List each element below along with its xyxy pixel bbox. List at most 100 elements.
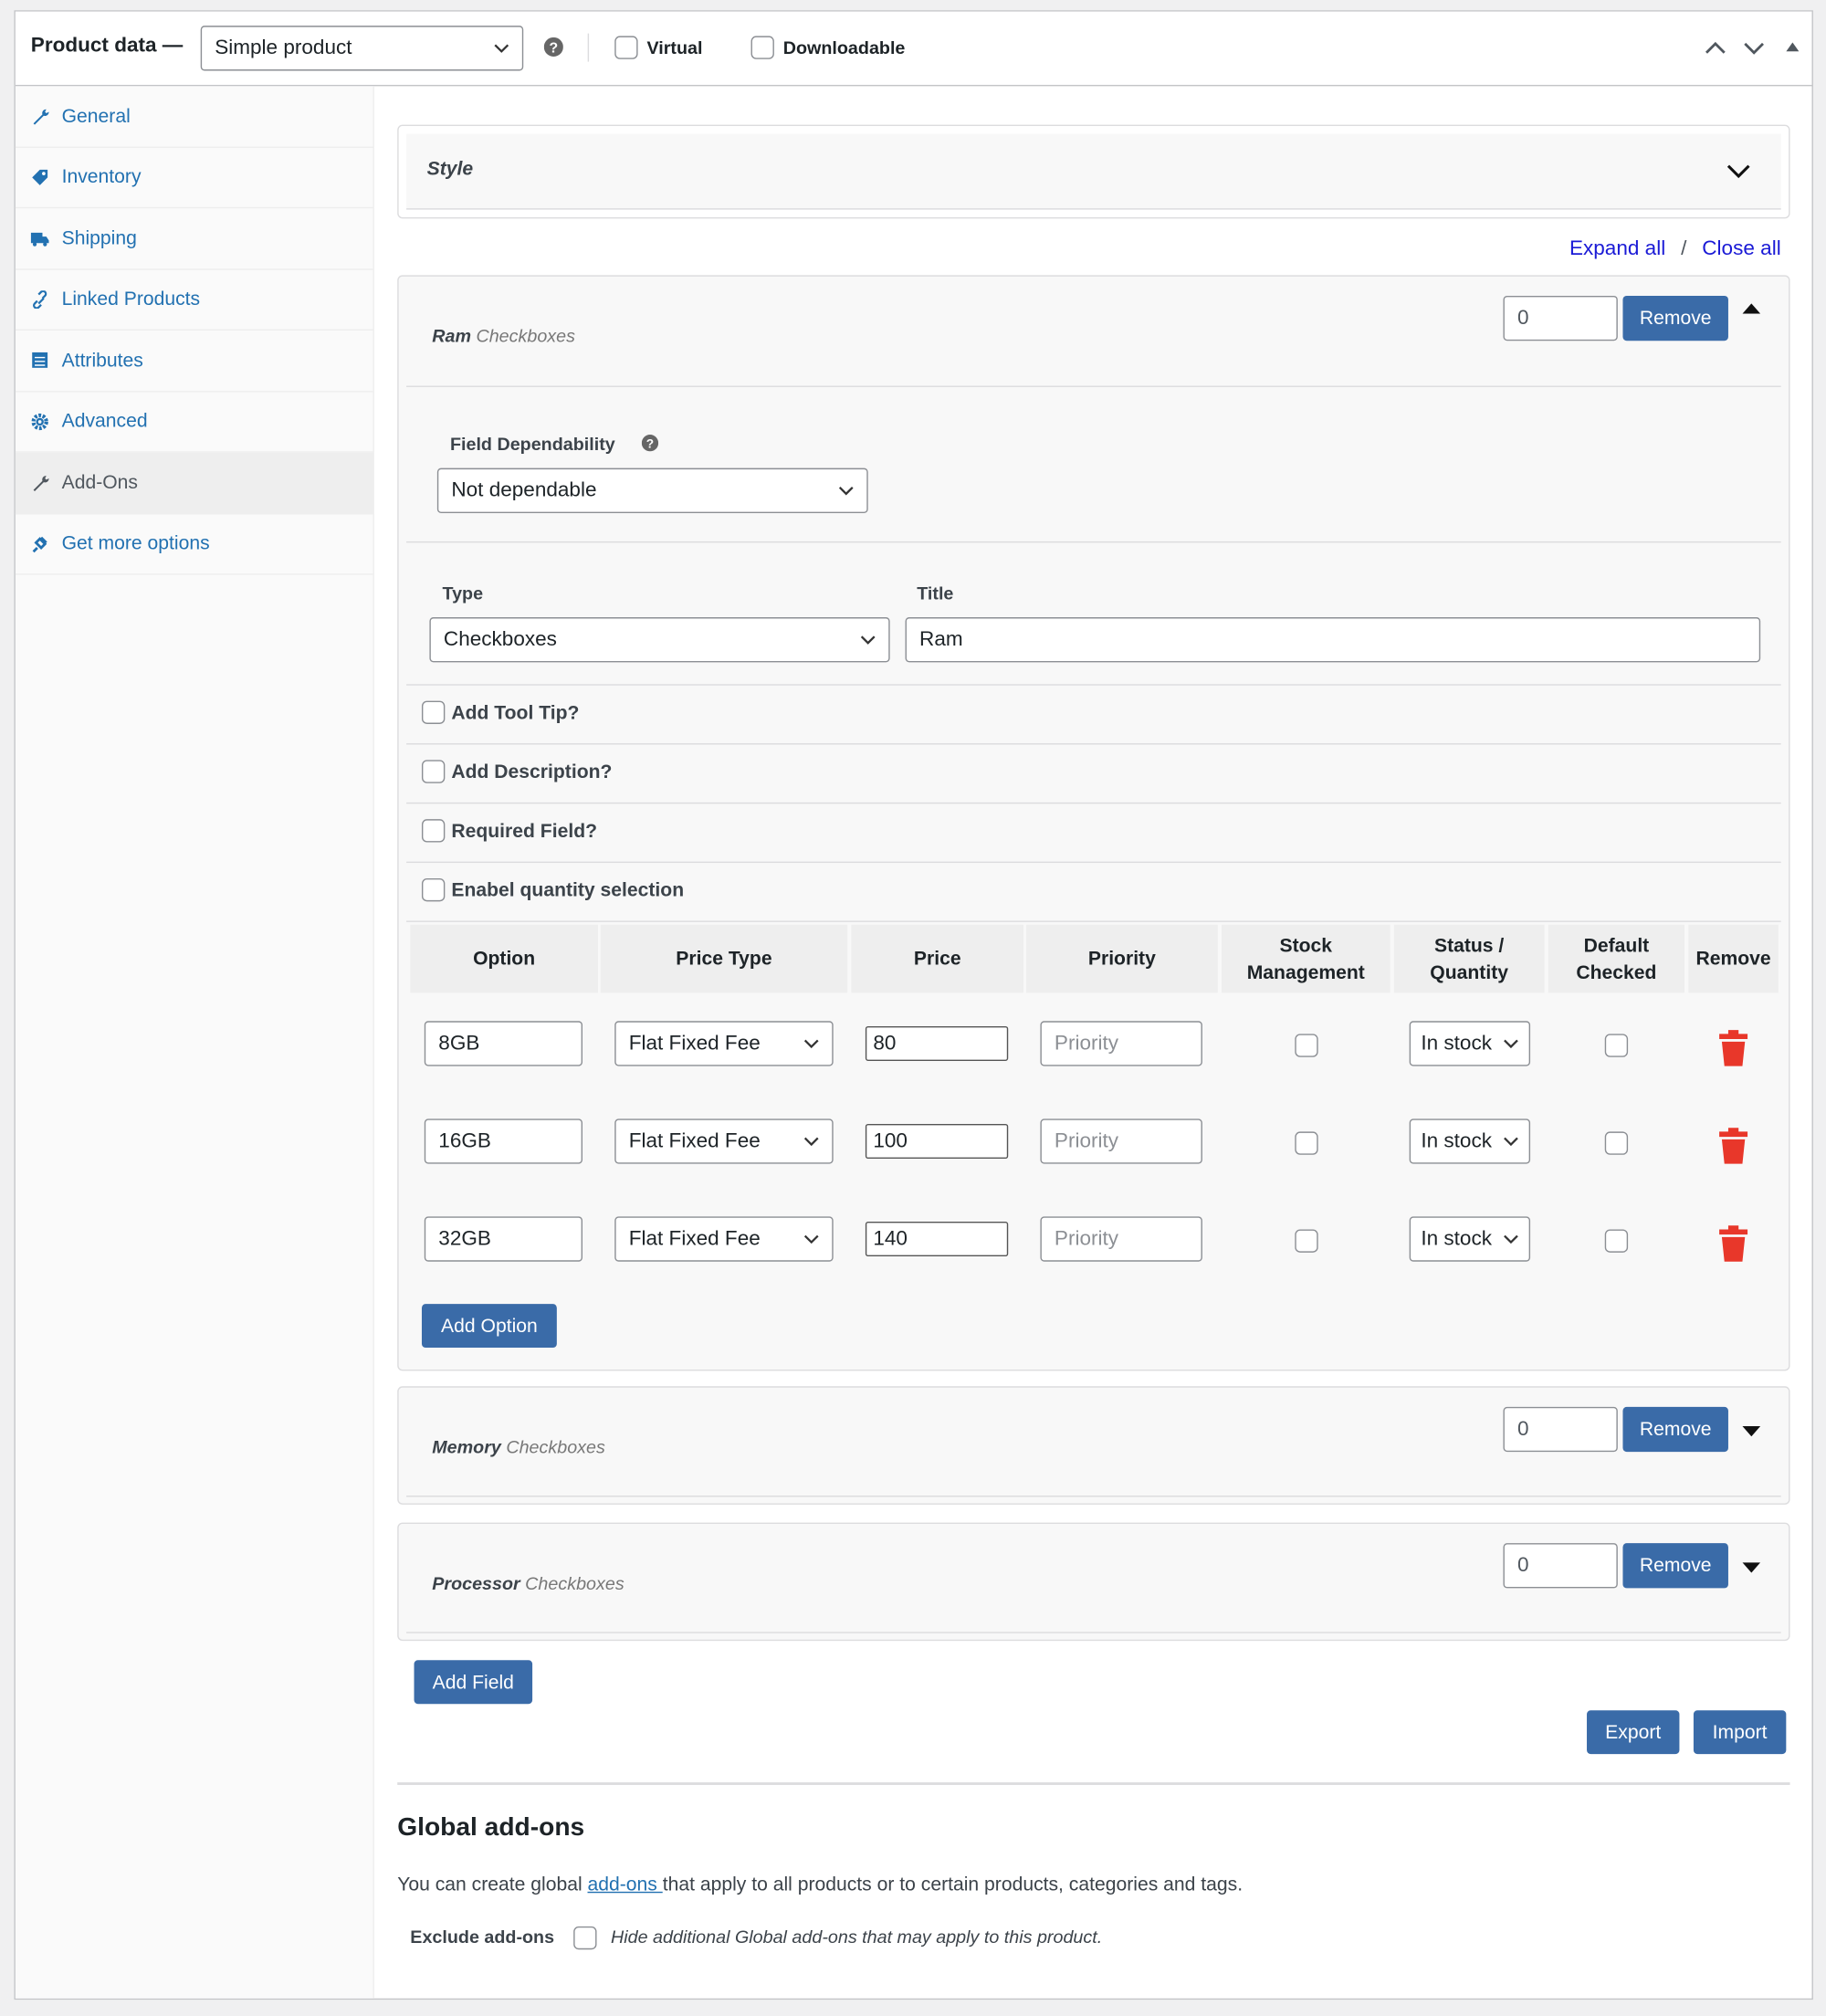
status-select[interactable]: In stock — [1410, 1118, 1530, 1163]
checkbox[interactable] — [422, 878, 445, 901]
truck-icon — [31, 229, 49, 247]
priority-input[interactable]: Priority — [1040, 1118, 1202, 1163]
chevron-down-icon[interactable] — [1727, 164, 1750, 178]
remove-field-button[interactable]: Remove — [1622, 1543, 1727, 1588]
product-type-select[interactable]: Simple product — [201, 26, 524, 70]
checkbox-label: Required Field? — [451, 820, 597, 842]
sidebar-item-general[interactable]: General — [16, 86, 373, 147]
field-heading[interactable]: Memory Checkboxes — [432, 1436, 605, 1457]
expand-arrow-icon[interactable] — [1742, 1426, 1760, 1436]
sidebar-item-label: Inventory — [62, 166, 142, 188]
type-select[interactable]: Checkboxes — [429, 617, 889, 662]
option-name-input[interactable]: 8GB — [425, 1021, 582, 1066]
title-input[interactable]: Ram — [906, 617, 1761, 662]
price-input[interactable]: 100 — [866, 1124, 1008, 1159]
checkbox-label: Add Tool Tip? — [451, 701, 579, 723]
product-data-tabs: General Inventory Shipping Linked Products A… — [16, 86, 374, 1998]
sidebar-item-label: Linked Products — [62, 289, 201, 310]
move-up-icon[interactable] — [1705, 41, 1726, 55]
close-all-link[interactable]: Close all — [1702, 238, 1780, 261]
dependability-select[interactable]: Not dependable — [437, 468, 868, 513]
panel-title: Product data — — [31, 35, 184, 58]
sidebar-item-label: Add-Ons — [62, 472, 138, 494]
sidebar-item-inventory[interactable]: Inventory — [16, 147, 373, 208]
import-button[interactable]: Import — [1694, 1710, 1786, 1754]
priority-input[interactable]: Priority — [1040, 1216, 1202, 1261]
price-type-select[interactable]: Flat Fixed Fee — [614, 1118, 833, 1163]
default-checked-checkbox[interactable] — [1605, 1034, 1628, 1056]
sidebar-item-add-ons[interactable]: Add-Ons — [16, 453, 373, 514]
sidebar-item-shipping[interactable]: Shipping — [16, 208, 373, 269]
trash-icon[interactable] — [1718, 1127, 1749, 1165]
default-checked-checkbox[interactable] — [1605, 1131, 1628, 1154]
stock-management-checkbox[interactable] — [1295, 1131, 1317, 1154]
expand-arrow-icon[interactable] — [1742, 1562, 1760, 1572]
column-header: Price — [851, 925, 1023, 993]
remove-field-button[interactable]: Remove — [1622, 296, 1727, 341]
option-checkbox-row[interactable]: Enabel quantity selection — [422, 878, 684, 901]
divider — [588, 34, 589, 62]
exclude-addons-checkbox[interactable] — [573, 1927, 596, 1949]
default-checked-checkbox[interactable] — [1605, 1229, 1628, 1252]
chevron-down-icon — [1503, 1136, 1518, 1146]
column-header: Remove — [1688, 925, 1779, 993]
stock-management-checkbox[interactable] — [1295, 1034, 1317, 1056]
help-icon[interactable]: ? — [642, 435, 658, 451]
field-ram: Ram Checkboxes 0 Remove Field Dependabil… — [397, 275, 1789, 1370]
expand-all-link[interactable]: Expand all — [1569, 238, 1665, 261]
trash-icon[interactable] — [1718, 1029, 1749, 1067]
trash-icon[interactable] — [1718, 1224, 1749, 1263]
option-name-input[interactable]: 16GB — [425, 1118, 582, 1163]
sidebar-item-label: Advanced — [62, 411, 148, 433]
column-header: Status / Quantity — [1394, 925, 1545, 993]
add-field-button[interactable]: Add Field — [415, 1660, 533, 1704]
sidebar-item-advanced[interactable]: Advanced — [16, 392, 373, 453]
column-header: Price Type — [601, 925, 847, 993]
wrench-icon — [31, 107, 49, 125]
chevron-down-icon — [494, 43, 509, 53]
field-qty-input[interactable]: 0 — [1503, 1543, 1617, 1588]
virtual-checkbox[interactable] — [614, 36, 637, 58]
stock-management-checkbox[interactable] — [1295, 1229, 1317, 1252]
link-icon — [31, 290, 49, 309]
downloadable-checkbox[interactable] — [751, 36, 774, 58]
status-select[interactable]: In stock — [1410, 1216, 1530, 1261]
checkbox[interactable] — [422, 819, 445, 842]
price-type-select[interactable]: Flat Fixed Fee — [614, 1021, 833, 1066]
gear-icon — [31, 413, 49, 431]
export-button[interactable]: Export — [1587, 1710, 1679, 1754]
checkbox[interactable] — [422, 760, 445, 782]
style-section[interactable]: Style — [397, 125, 1789, 219]
option-checkbox-row[interactable]: Add Description? — [422, 760, 612, 782]
add-option-button[interactable]: Add Option — [422, 1304, 557, 1348]
sidebar-item-attributes[interactable]: Attributes — [16, 331, 373, 392]
checkbox-label: Add Description? — [451, 761, 612, 782]
title-label: Title — [917, 583, 953, 604]
exclude-addons-label: Exclude add-ons — [410, 1927, 554, 1948]
price-input[interactable]: 140 — [866, 1222, 1008, 1256]
status-select[interactable]: In stock — [1410, 1021, 1530, 1066]
sidebar-item-linked-products[interactable]: Linked Products — [16, 269, 373, 331]
option-checkbox-row[interactable]: Required Field? — [422, 819, 597, 842]
chevron-down-icon — [838, 486, 854, 496]
priority-input[interactable]: Priority — [1040, 1021, 1202, 1066]
collapse-arrow-icon[interactable] — [1742, 303, 1760, 313]
remove-field-button[interactable]: Remove — [1622, 1407, 1727, 1452]
sidebar-item-get-more-options[interactable]: Get more options — [16, 514, 373, 575]
field-qty-input[interactable]: 0 — [1503, 1407, 1617, 1452]
option-name-input[interactable]: 32GB — [425, 1216, 582, 1261]
sidebar-item-label: General — [62, 105, 131, 127]
help-icon[interactable]: ? — [544, 37, 563, 57]
addons-link[interactable]: add-ons — [588, 1874, 663, 1895]
field-heading[interactable]: Processor Checkboxes — [432, 1573, 624, 1594]
field-qty-input[interactable]: 0 — [1503, 296, 1617, 341]
list-icon — [31, 352, 49, 370]
column-header: Priority — [1026, 925, 1218, 993]
price-input[interactable]: 80 — [866, 1026, 1008, 1061]
price-type-select[interactable]: Flat Fixed Fee — [614, 1216, 833, 1261]
field-heading[interactable]: Ram Checkboxes — [432, 325, 575, 346]
move-down-icon[interactable] — [1744, 41, 1765, 55]
option-checkbox-row[interactable]: Add Tool Tip? — [422, 701, 579, 724]
collapse-toggle-icon[interactable] — [1786, 42, 1799, 51]
checkbox[interactable] — [422, 701, 445, 724]
